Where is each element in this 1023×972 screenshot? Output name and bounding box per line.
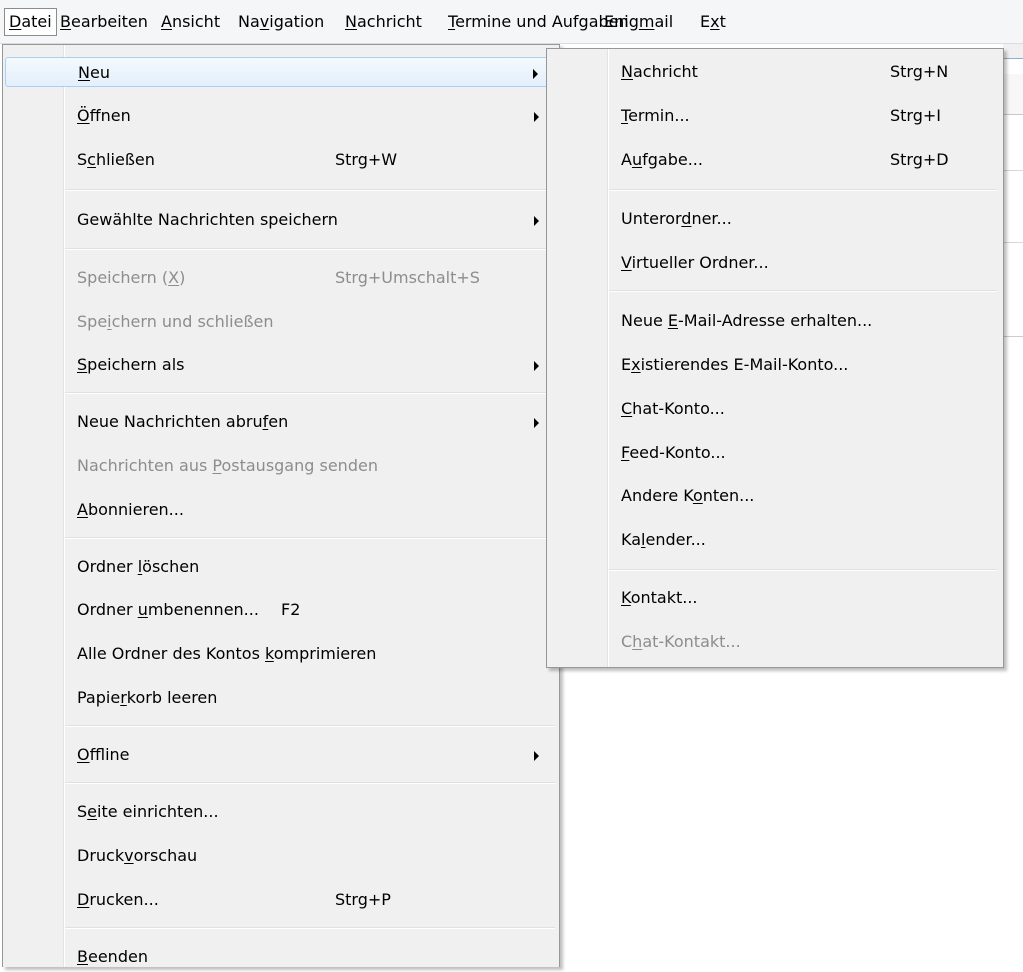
file-menu: Neu Öffnen Schließen Strg+W Gewählte Nac… [2, 44, 560, 967]
menu-separator [65, 392, 555, 394]
file-menu-item-papierkorb-leeren[interactable]: Papierkorb leeren [5, 683, 557, 713]
menu-separator [609, 189, 997, 191]
file-menu-item-beenden[interactable]: Beenden [5, 942, 557, 972]
menu-separator [65, 189, 555, 191]
new-submenu-item-virtueller-ordner[interactable]: Virtueller Ordner... [549, 248, 1001, 278]
new-submenu-item-aufgabe[interactable]: Aufgabe... Strg+D [549, 145, 1001, 175]
file-menu-item-drucken[interactable]: Drucken... Strg+P [5, 885, 557, 915]
new-submenu-item-feed-konto[interactable]: Feed-Konto... [549, 438, 1001, 468]
new-submenu-item-existierendes-konto[interactable]: Existierendes E-Mail-Konto... [549, 350, 1001, 380]
file-menu-item-druckvorschau[interactable]: Druckvorschau [5, 841, 557, 871]
menu-separator [609, 290, 997, 292]
background-toolbar-fragment [1003, 74, 1023, 115]
new-submenu-item-termin[interactable]: Termin... Strg+I [549, 101, 1001, 131]
submenu-arrow-icon [534, 751, 539, 761]
file-menu-item-postausgang-senden[interactable]: Nachrichten aus Postausgang senden [5, 451, 557, 481]
file-menu-item-neue-nachrichten-abrufen[interactable]: Neue Nachrichten abrufen [5, 407, 557, 437]
new-submenu-item-kontakt[interactable]: Kontakt... [549, 583, 1001, 613]
menu-datei[interactable]: Datei [4, 8, 57, 36]
menu-extras[interactable]: Ext [696, 8, 730, 36]
menu-bar: Datei Bearbeiten Ansicht Navigation Nach… [0, 0, 1023, 44]
submenu-arrow-icon [534, 418, 539, 428]
shortcut-label: Strg+P [335, 890, 391, 909]
background-panel-fragment [1003, 140, 1023, 171]
new-submenu-item-chat-kontakt[interactable]: Chat-Kontakt... [549, 627, 1001, 657]
menu-nachricht[interactable]: Nachricht [341, 8, 426, 36]
new-submenu-item-kalender[interactable]: Kalender... [549, 525, 1001, 555]
new-submenu-item-andere-konten[interactable]: Andere Konten... [549, 481, 1001, 511]
shortcut-label: Strg+Umschalt+S [335, 268, 480, 287]
new-submenu-item-chat-konto[interactable]: Chat-Konto... [549, 394, 1001, 424]
file-menu-item-schliessen[interactable]: Schließen Strg+W [5, 145, 557, 175]
file-menu-item-speichern-als[interactable]: Speichern als [5, 350, 557, 380]
submenu-arrow-icon [534, 112, 539, 122]
background-panel-fragment [1003, 218, 1023, 243]
menu-ansicht[interactable]: Ansicht [157, 8, 224, 36]
menu-navigation[interactable]: Navigation [234, 8, 328, 36]
background-toolbar-edge [1003, 44, 1023, 59]
submenu-arrow-icon [534, 216, 539, 226]
new-submenu-item-nachricht[interactable]: Nachricht Strg+N [549, 57, 1001, 87]
menu-bearbeiten[interactable]: Bearbeiten [56, 8, 152, 36]
new-submenu: Nachricht Strg+N Termin... Strg+I Aufgab… [546, 48, 1004, 668]
file-menu-item-abonnieren[interactable]: Abonnieren... [5, 495, 557, 525]
shortcut-label: Strg+N [890, 62, 949, 81]
menu-separator [65, 248, 555, 250]
file-menu-item-oeffnen[interactable]: Öffnen [5, 101, 557, 131]
file-menu-item-speichern[interactable]: Speichern (X) Strg+Umschalt+S [5, 263, 557, 293]
menu-separator [65, 782, 555, 784]
file-menu-item-ordner-umbenennen[interactable]: Ordner umbenennen... F2 [5, 595, 557, 625]
shortcut-label: Strg+I [890, 106, 942, 125]
shortcut-label: Strg+D [890, 150, 949, 169]
menu-separator [65, 537, 555, 539]
menu-separator [65, 725, 555, 727]
shortcut-label: F2 [281, 600, 301, 619]
submenu-arrow-icon [534, 361, 539, 371]
menu-separator [65, 927, 555, 929]
file-menu-item-gewaehlte-nachrichten-speichern[interactable]: Gewählte Nachrichten speichern [5, 205, 557, 235]
file-menu-item-ordner-komprimieren[interactable]: Alle Ordner des Kontos komprimieren [5, 639, 557, 669]
menu-enigmail[interactable]: Enigmail [600, 8, 677, 36]
file-menu-item-neu[interactable]: Neu [5, 57, 557, 87]
file-menu-item-speichern-und-schliessen[interactable]: Speichern und schließen [5, 307, 557, 337]
menu-separator [609, 569, 997, 571]
submenu-arrow-icon [533, 69, 538, 79]
new-submenu-item-neue-email-adresse[interactable]: Neue E-Mail-Adresse erhalten... [549, 306, 1001, 336]
file-menu-item-seite-einrichten[interactable]: Seite einrichten... [5, 797, 557, 827]
shortcut-label: Strg+W [335, 150, 398, 169]
new-submenu-item-unterordner[interactable]: Unterordner... [549, 204, 1001, 234]
background-panel-fragment [1003, 300, 1023, 337]
file-menu-item-ordner-loeschen[interactable]: Ordner löschen [5, 552, 557, 582]
file-menu-item-offline[interactable]: Offline [5, 740, 557, 770]
